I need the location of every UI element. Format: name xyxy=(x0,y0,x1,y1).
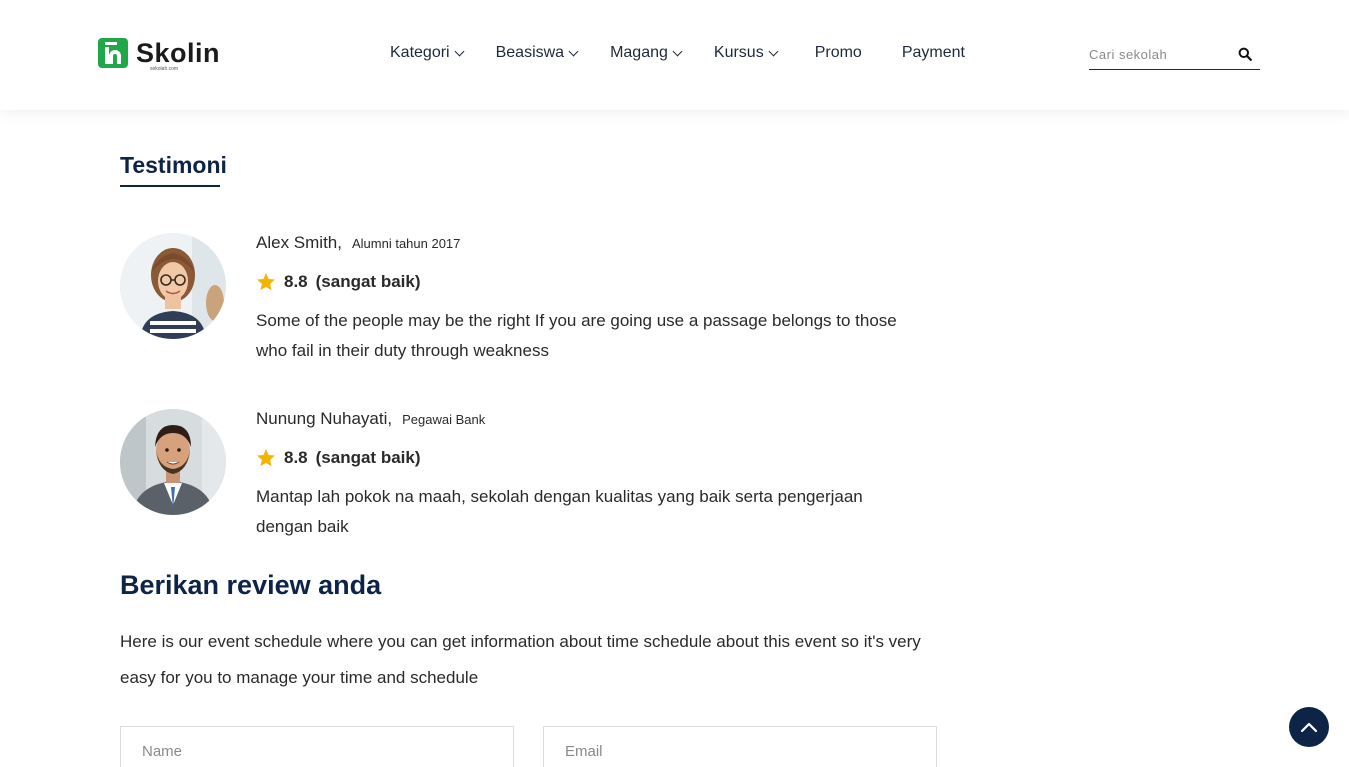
rating-label: (sangat baik) xyxy=(315,272,421,291)
chevron-down-icon xyxy=(768,46,779,56)
nav-item-label: Magang xyxy=(610,44,668,61)
rating: 8.8 (sangat baik) xyxy=(256,447,936,469)
review-description: Here is our event schedule where you can… xyxy=(120,632,921,687)
nav-item-kategori[interactable]: Kategori xyxy=(390,44,465,62)
nav-item-promo[interactable]: Promo xyxy=(815,44,862,62)
nav-item-label: Beasiswa xyxy=(495,44,565,61)
chevron-down-icon xyxy=(454,46,465,56)
brand-tagline: sekolah.com xyxy=(150,66,179,72)
back-to-top-button[interactable] xyxy=(1289,707,1329,747)
nav-item-kursus[interactable]: Kursus xyxy=(713,44,779,62)
nav-item-magang[interactable]: Magang xyxy=(610,44,683,62)
nav-item-label: Promo xyxy=(814,44,862,61)
search-box xyxy=(1089,40,1260,70)
rating-label: (sangat baik) xyxy=(315,448,421,467)
rating-score: 8.8 xyxy=(284,272,308,291)
star-icon xyxy=(257,273,275,291)
nav-item-label: Payment xyxy=(901,44,965,61)
reviewer-role: Pegawai Bank xyxy=(402,412,486,427)
name-field-wrapper xyxy=(120,726,514,767)
name-field[interactable] xyxy=(121,727,513,767)
chevron-down-icon xyxy=(672,46,683,56)
brand-logo[interactable]: Skolin sekolah.com xyxy=(98,36,221,72)
avatar xyxy=(120,409,226,515)
reviewer-role: Alumni tahun 2017 xyxy=(351,236,461,251)
nav-item-beasiswa[interactable]: Beasiswa xyxy=(495,44,579,62)
testimonial-header: Alex Smith, Alumni tahun 2017 xyxy=(256,233,936,255)
nav-item-payment[interactable]: Payment xyxy=(902,44,965,62)
review-title: Berikan review anda xyxy=(120,570,382,600)
chevron-down-icon xyxy=(568,46,579,56)
testimonial-body: Alex Smith, Alumni tahun 2017 8.8 (sanga… xyxy=(256,233,936,366)
search-input[interactable] xyxy=(1089,47,1229,62)
reviewer-name: Nunung Nuhayati, xyxy=(256,409,393,428)
testimonial-text: Mantap lah pokok na maah, sekolah dengan… xyxy=(256,487,863,536)
reviewer-name: Alex Smith, xyxy=(256,233,342,252)
email-field[interactable] xyxy=(544,727,936,767)
main-nav: Kategori Beasiswa Magang Kursus Promo Pa… xyxy=(390,44,965,62)
search-icon[interactable] xyxy=(1238,47,1252,61)
testimonial-text: Some of the people may be the right If y… xyxy=(256,311,897,360)
nav-item-label: Kategori xyxy=(390,44,450,61)
email-field-wrapper xyxy=(543,726,937,767)
testimonial-body: Nunung Nuhayati, Pegawai Bank 8.8 (sanga… xyxy=(256,409,936,542)
rating-score: 8.8 xyxy=(284,448,308,467)
star-icon xyxy=(257,449,275,467)
chevron-up-icon xyxy=(1300,722,1318,733)
brand-name: Skolin xyxy=(136,37,221,68)
nav-item-label: Kursus xyxy=(713,44,764,61)
rating: 8.8 (sangat baik) xyxy=(256,271,936,293)
site-header: Skolin sekolah.com Kategori Beasiswa Mag… xyxy=(0,0,1349,110)
logo-mark-icon xyxy=(98,38,128,68)
avatar xyxy=(120,233,226,339)
testimonial-header: Nunung Nuhayati, Pegawai Bank xyxy=(256,409,936,431)
title-underline xyxy=(120,185,220,187)
section-title-testimoni: Testimoni xyxy=(120,152,227,178)
